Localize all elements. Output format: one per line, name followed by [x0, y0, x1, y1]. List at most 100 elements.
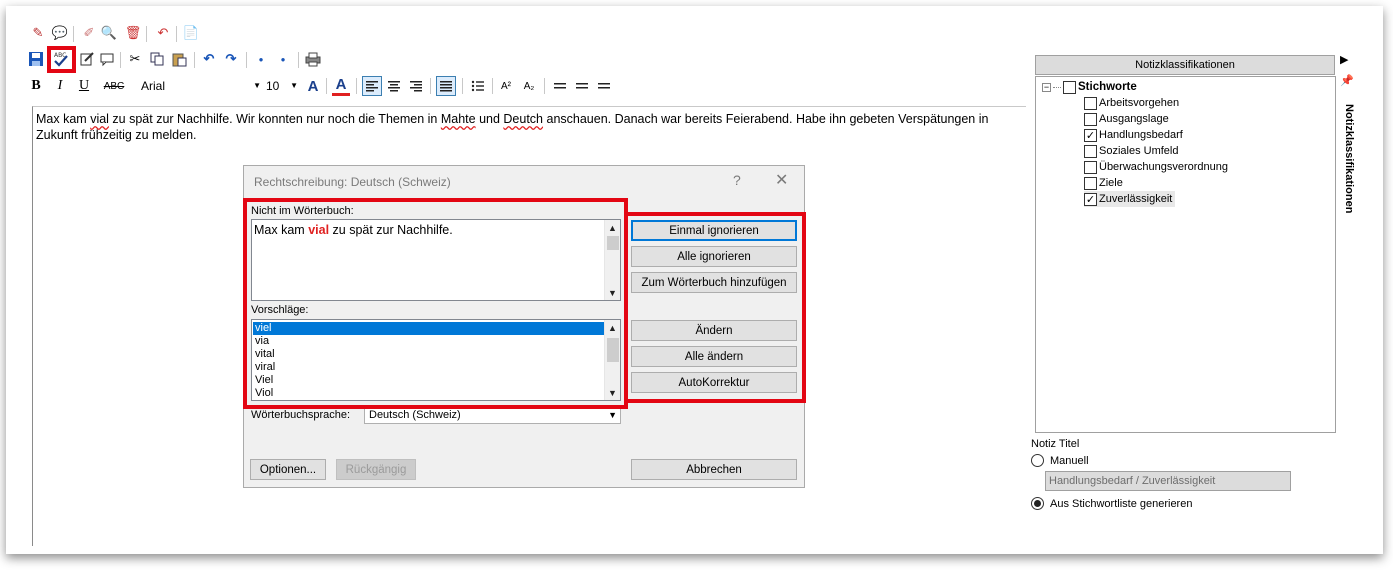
checkbox[interactable]	[1063, 80, 1076, 94]
bullet-small-icon[interactable]: ●	[274, 50, 292, 68]
side-tab-label[interactable]: Notizklassifikationen	[1343, 104, 1355, 213]
manual-radio-option[interactable]: Manuell	[1031, 454, 1089, 467]
justify-icon	[440, 81, 452, 92]
tree-item-selected[interactable]: ✓ Zuverlässigkeit	[1084, 191, 1176, 207]
font-name-value: Arial	[141, 79, 166, 93]
print-icon[interactable]	[304, 50, 322, 68]
cut-icon[interactable]: ✂	[126, 50, 144, 68]
line-spacing-3-button[interactable]	[594, 76, 614, 96]
superscript-button[interactable]: A²	[496, 76, 516, 96]
subscript-button[interactable]: A₂	[519, 76, 539, 96]
expand-arrow-icon[interactable]: ▶	[1340, 53, 1348, 66]
italic-button[interactable]: I	[52, 76, 68, 96]
font-color-icon[interactable]: A	[332, 76, 350, 96]
toolbar-separator	[246, 52, 247, 68]
save-icon[interactable]	[27, 50, 45, 68]
tree-item-label: Arbeitsvorgehen	[1099, 97, 1180, 109]
copy-icon[interactable]	[148, 50, 166, 68]
grow-font-icon[interactable]: A	[304, 76, 322, 96]
close-icon[interactable]: ✕	[775, 170, 788, 190]
options-button[interactable]: Optionen...	[250, 459, 326, 480]
tree-item[interactable]: Arbeitsvorgehen	[1084, 95, 1179, 111]
document-icon[interactable]: 📄	[182, 24, 200, 42]
line-spacing-2-button[interactable]	[572, 76, 592, 96]
tree-item[interactable]: Überwachungsverordnung	[1084, 159, 1228, 175]
justify-button[interactable]	[436, 76, 456, 96]
edit-note-icon[interactable]: ✎	[29, 24, 47, 42]
toolbar-separator	[176, 26, 177, 42]
note-text-segment: Max kam	[36, 112, 91, 126]
undo-arrow-icon[interactable]: ↶	[154, 24, 172, 42]
bullet-icon[interactable]: ●	[252, 50, 270, 68]
dictionary-language-label: Wörterbuchsprache:	[251, 409, 351, 421]
font-size-select[interactable]: 10 ▼	[264, 77, 300, 95]
pin-icon[interactable]: 📌	[1340, 74, 1354, 87]
toolbar-separator	[73, 26, 74, 42]
dictionary-language-value: Deutsch (Schweiz)	[369, 409, 461, 421]
checkbox[interactable]	[1084, 144, 1097, 158]
toolbar-separator	[462, 78, 463, 94]
align-left-icon	[366, 81, 378, 92]
dialog-title: Rechtschreibung: Deutsch (Schweiz)	[254, 175, 451, 189]
redo-icon[interactable]: ↷	[222, 50, 240, 68]
tree-item-label: Zuverlässigkeit	[1099, 193, 1173, 205]
comment-edit-icon[interactable]	[98, 50, 116, 68]
toolbar-separator	[194, 52, 195, 68]
note-title-input: Handlungsbedarf / Zuverlässigkeit	[1045, 471, 1291, 491]
toolbar-separator	[492, 78, 493, 94]
trash-icon[interactable]: 🗑	[124, 24, 142, 42]
misspelled-word[interactable]: Mahte	[441, 112, 476, 126]
edit-document-icon[interactable]	[78, 50, 96, 68]
checkbox[interactable]	[1084, 96, 1097, 110]
checkbox-checked[interactable]: ✓	[1084, 128, 1097, 142]
font-name-select[interactable]: Arial ▼	[139, 77, 263, 95]
tree-item[interactable]: Soziales Umfeld	[1084, 143, 1178, 159]
magnifier-icon[interactable]: 🔍	[100, 24, 118, 42]
text-areas-highlight-box	[243, 198, 628, 409]
tree-item-label: Ziele	[1099, 177, 1123, 189]
align-center-button[interactable]	[384, 76, 404, 96]
tree-item-label: Ausgangslage	[1099, 113, 1169, 125]
paste-icon[interactable]	[170, 50, 188, 68]
radio-unselected[interactable]	[1031, 454, 1044, 467]
misspelled-word[interactable]: vial	[90, 112, 109, 126]
tree-root-label: Stichworte	[1078, 81, 1137, 93]
toolbar-separator	[544, 78, 545, 94]
comment-icon[interactable]: 💬	[51, 24, 69, 42]
note-text-segment: zu spät zur Nachhilfe. Wir konnten nur n…	[108, 112, 441, 126]
bold-button[interactable]: B	[28, 76, 44, 96]
help-icon[interactable]: ?	[733, 172, 741, 188]
tree-item[interactable]: Ziele	[1084, 175, 1123, 191]
chevron-down-icon: ▼	[290, 81, 298, 90]
align-center-icon	[388, 81, 400, 92]
tree-item[interactable]: Ausgangslage	[1084, 111, 1169, 127]
chevron-down-icon: ▼	[608, 410, 617, 420]
undo-icon[interactable]: ↶	[200, 50, 218, 68]
strikethrough-button[interactable]: ABC	[100, 76, 128, 96]
generate-radio-option[interactable]: Aus Stichwortliste generieren	[1031, 497, 1192, 510]
align-right-button[interactable]	[406, 76, 426, 96]
align-left-button[interactable]	[362, 76, 382, 96]
checkbox[interactable]	[1084, 112, 1097, 126]
checkbox[interactable]	[1084, 160, 1097, 174]
checkbox-checked[interactable]: ✓	[1084, 192, 1097, 206]
tree-root[interactable]: − Stichworte	[1042, 79, 1137, 95]
classification-tree[interactable]: − Stichworte Arbeitsvorgehen Ausgangslag…	[1035, 76, 1336, 433]
line-spacing-icon	[576, 83, 588, 89]
line-spacing-1-button[interactable]	[550, 76, 570, 96]
collapse-icon[interactable]: −	[1042, 82, 1051, 92]
checkbox[interactable]	[1084, 176, 1097, 190]
note-text[interactable]: Max kam vial zu spät zur Nachhilfe. Wir …	[36, 111, 1021, 143]
bullet-list-button[interactable]	[468, 76, 488, 96]
chevron-down-icon: ▼	[253, 81, 261, 90]
tree-item[interactable]: ✓ Handlungsbedarf	[1084, 127, 1183, 143]
radio-selected[interactable]	[1031, 497, 1044, 510]
classifications-header: Notizklassifikationen	[1035, 55, 1335, 75]
underline-button[interactable]: U	[76, 76, 92, 96]
misspelled-word[interactable]: Deutch	[503, 112, 543, 126]
toolbar-separator	[356, 78, 357, 94]
note-text-segment: und	[475, 112, 504, 126]
undo-button: Rückgängig	[336, 459, 416, 480]
cancel-button[interactable]: Abbrechen	[631, 459, 797, 480]
pen-icon[interactable]: ✐	[80, 24, 98, 42]
